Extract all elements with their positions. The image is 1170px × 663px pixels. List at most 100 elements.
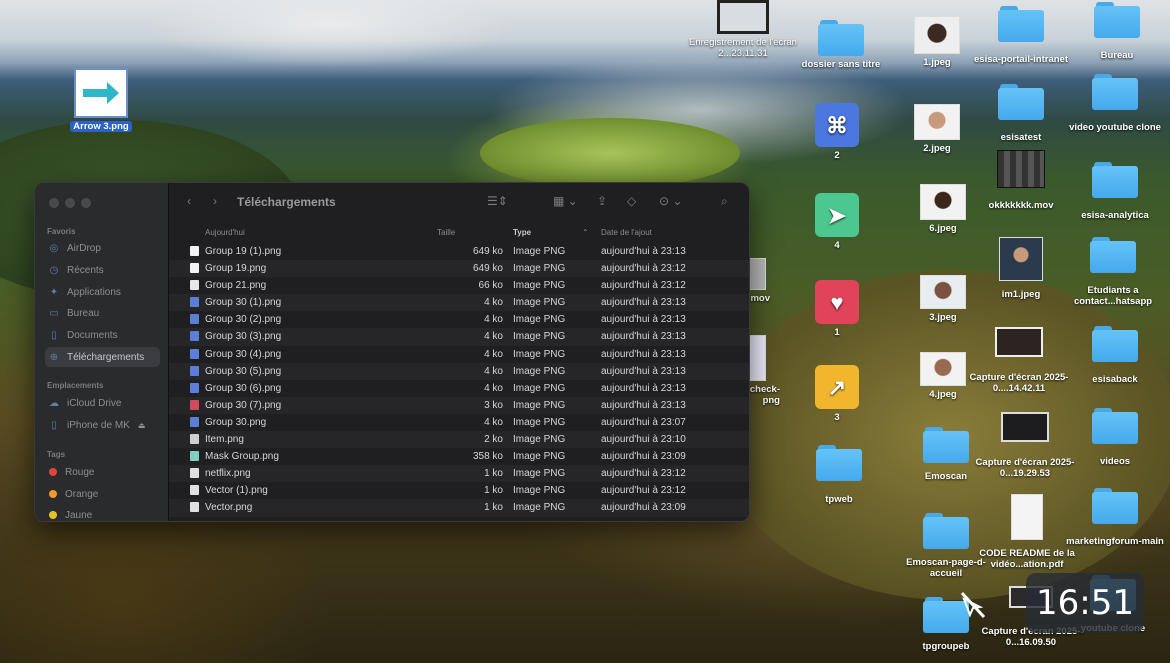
document-icon: ▯ xyxy=(51,329,57,341)
folder-icon xyxy=(923,427,969,463)
sort-chevron-icon: ⌃ xyxy=(582,228,589,237)
photo-thumbnail xyxy=(920,352,966,386)
file-date: aujourd'hui à 23:09 xyxy=(601,502,686,514)
icon-label: 1 xyxy=(834,327,840,338)
desktop-icon-dossier[interactable]: dossier sans titre xyxy=(786,20,896,70)
minimize-window-button[interactable] xyxy=(65,198,75,208)
png-file-icon xyxy=(190,263,199,274)
sidebar-item-tag-orange[interactable]: Orange xyxy=(45,484,160,504)
file-name: netflix.png xyxy=(205,468,251,480)
tag-icon[interactable]: ◇ xyxy=(627,194,636,208)
folder-icon xyxy=(816,445,862,481)
sidebar-item-label: Rouge xyxy=(65,466,95,478)
sidebar-item-tag-jaune[interactable]: Jaune xyxy=(45,505,160,521)
desktop-icon-capture1[interactable]: Capture d'écran 2025-0....14.42.11 xyxy=(964,327,1074,394)
close-window-button[interactable] xyxy=(49,198,59,208)
sidebar-item-iphone[interactable]: ▯ iPhone de MK ⏏ xyxy=(45,415,160,435)
sidebar-item-tag-rouge[interactable]: Rouge xyxy=(45,462,160,482)
desktop-icon-recording[interactable]: Enregistrement de l'écran 2...23.11.31 xyxy=(688,0,798,59)
table-row[interactable]: Mask Group.png 358 ko Image PNG aujourd'hui… xyxy=(169,448,749,465)
group-icon[interactable]: ▦ ⌄ xyxy=(553,194,578,208)
table-row[interactable]: Group 19 (1).png 649 ko Image PNG aujourd'h… xyxy=(169,243,749,260)
desktop-icon-marketing[interactable]: marketingforum-main xyxy=(1060,488,1170,547)
file-size: 4 ko xyxy=(484,331,503,343)
file-size: 4 ko xyxy=(484,297,503,309)
sidebar-item-recents[interactable]: ◷ Récents xyxy=(45,260,160,280)
table-row[interactable]: Group 30 (5).png 4 ko Image PNG aujourd'hui… xyxy=(169,362,749,380)
icon-label: videos xyxy=(1099,456,1131,467)
table-row[interactable]: Item.png 2 ko Image PNG aujourd'hui à 23:10 xyxy=(169,431,749,449)
sidebar-item-bureau[interactable]: ▭ Bureau xyxy=(45,303,160,323)
file-date: aujourd'hui à 23:13 xyxy=(601,331,686,343)
back-icon[interactable]: ‹ xyxy=(187,194,191,208)
table-row[interactable]: netflix.png 1 ko Image PNG aujourd'hui à 23… xyxy=(169,465,749,483)
file-date: aujourd'hui à 23:12 xyxy=(601,263,686,275)
column-size-header[interactable]: Taille xyxy=(437,228,455,237)
file-name: Item.png xyxy=(205,434,244,446)
file-size: 649 ko xyxy=(472,263,503,275)
desktop-icon-etudiants[interactable]: Etudiants a contact...hatsapp xyxy=(1058,237,1168,307)
icon-label: Capture d'écran 2025-0....14.42.11 xyxy=(969,372,1069,394)
table-row[interactable]: Group 21.png 66 ko Image PNG aujourd'hui à … xyxy=(169,277,749,294)
more-actions-icon[interactable]: ⊙ ⌄ xyxy=(659,194,682,208)
desktop-icon-bureau[interactable]: Bureau xyxy=(1062,2,1170,61)
table-row[interactable]: Group 19.png 649 ko Image PNG aujourd'hui à… xyxy=(169,260,749,278)
desktop-icon-esisa-analytica[interactable]: esisa-analytica xyxy=(1060,162,1170,221)
file-type: Image PNG xyxy=(513,416,566,428)
clock-time: 16:51 xyxy=(1036,583,1134,623)
forward-icon[interactable]: › xyxy=(213,194,217,208)
table-row[interactable]: Group 30 (1).png 4 ko Image PNG aujourd'hui… xyxy=(169,294,749,312)
table-row[interactable]: Group 30 (7).png 3 ko Image PNG aujourd'hui… xyxy=(169,396,749,414)
table-row[interactable]: Vector (1).png 1 ko Image PNG aujourd'hui à… xyxy=(169,482,749,499)
desktop-icon-app1[interactable]: ♥ 1 xyxy=(782,280,892,338)
file-type: Image PNG xyxy=(513,297,566,309)
table-row[interactable]: Vector.png 1 ko Image PNG aujourd'hui à 23:… xyxy=(169,499,749,517)
file-type: Image PNG xyxy=(513,263,566,275)
file-date: aujourd'hui à 23:13 xyxy=(601,365,686,377)
column-type-header[interactable]: Type xyxy=(513,228,531,237)
zoom-window-button[interactable] xyxy=(81,198,91,208)
folder-icon xyxy=(1092,488,1138,524)
table-row[interactable]: Group 30 (2).png 4 ko Image PNG aujourd'hui… xyxy=(169,311,749,328)
desktop-icon-app3[interactable]: ↗ 3 xyxy=(782,365,892,423)
table-row[interactable]: Group 30.png 4 ko Image PNG aujourd'hui à 2… xyxy=(169,414,749,431)
icon-label: 3 xyxy=(834,412,840,423)
png-file-icon xyxy=(190,485,199,496)
desktop-icon-esisa-portail[interactable]: esisa-portail-intranet xyxy=(966,6,1076,65)
sidebar-item-documents[interactable]: ▯ Documents xyxy=(45,325,160,345)
file-name: Group 30 (2).png xyxy=(205,314,282,326)
window-title: Téléchargements xyxy=(237,195,336,209)
sidebar-item-applications[interactable]: ✦ Applications xyxy=(45,282,160,302)
table-row[interactable]: Group 30 (4).png 4 ko Image PNG aujourd'hui… xyxy=(169,346,749,363)
table-row[interactable]: Group 30 (3).png 4 ko Image PNG aujourd'hui… xyxy=(169,328,749,346)
sidebar-item-icloud[interactable]: ☁ iCloud Drive xyxy=(45,393,160,413)
sidebar-item-airdrop[interactable]: ◎ AirDrop xyxy=(45,238,160,258)
desktop-icon-arrow[interactable]: Arrow 3.png xyxy=(46,68,156,132)
folder-icon xyxy=(1092,408,1138,444)
png-file-icon xyxy=(190,382,199,393)
eject-icon[interactable]: ⏏ xyxy=(138,421,146,430)
column-date-header[interactable]: Date de l'ajout xyxy=(601,228,652,237)
cloud-icon: ☁ xyxy=(49,397,59,409)
desktop-icon-esisaback[interactable]: esisaback xyxy=(1060,326,1170,385)
list-view-icon[interactable]: ☰⇕ xyxy=(487,194,508,208)
desktop-icon-video-youtube[interactable]: video youtube clone xyxy=(1060,74,1170,133)
desktop-icon-tpweb[interactable]: tpweb xyxy=(784,445,894,505)
desktop-icon-app4[interactable]: ➤ 4 xyxy=(782,193,892,251)
share-icon[interactable]: ⇪ xyxy=(597,194,607,208)
file-name: Group 19 (1).png xyxy=(205,246,282,257)
column-name-header[interactable]: Aujourd'hui xyxy=(205,228,245,237)
file-date: aujourd'hui à 23:10 xyxy=(601,434,686,446)
file-size: 1 ko xyxy=(484,485,503,497)
search-icon[interactable]: ⌕ xyxy=(721,194,728,209)
desktop: Arrow 3.png Enregistrement de l'écran 2.… xyxy=(0,0,1170,663)
icon-label: 3.jpeg xyxy=(929,312,957,323)
folder-icon xyxy=(1092,74,1138,110)
sidebar-item-telechargements[interactable]: ⊕ Téléchargements xyxy=(45,347,160,367)
image-thumbnail xyxy=(748,335,766,381)
desktop-icon-app2[interactable]: ⌘ 2 xyxy=(782,103,892,161)
desktop-icon-videos[interactable]: videos xyxy=(1060,408,1170,467)
table-row[interactable]: Group 30 (6).png 4 ko Image PNG aujourd'hui… xyxy=(169,380,749,397)
finder-toolbar: ‹ › Téléchargements ☰⇕ ▦ ⌄ ⇪ ◇ ⊙ ⌄ ⌕ xyxy=(169,183,749,221)
file-name: Vector (1).png xyxy=(205,485,268,497)
